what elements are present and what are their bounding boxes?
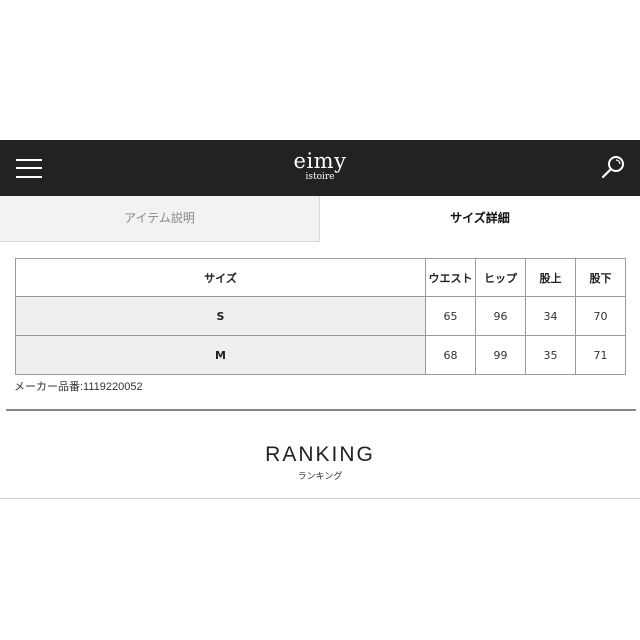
site-header: eimy istoire <box>0 140 640 196</box>
ranking-title: RANKING <box>265 443 375 466</box>
table-row: M 68 99 35 71 <box>15 335 626 375</box>
table-cell: 65 <box>425 296 476 336</box>
table-header-row: サイズ ウエスト ヒップ 股上 股下 <box>15 258 626 297</box>
size-label: S <box>15 296 426 336</box>
tab-size-details[interactable]: サイズ詳細 <box>320 196 640 242</box>
ranking-divider <box>0 498 640 499</box>
detail-tabs: アイテム説明 サイズ詳細 <box>0 196 640 242</box>
size-label: M <box>15 335 426 375</box>
maker-product-number: メーカー品番:1119220052 <box>14 381 143 393</box>
table-cell: 70 <box>575 296 626 336</box>
header-size: サイズ <box>15 258 426 297</box>
header-rise: 股上 <box>525 258 576 297</box>
search-icon[interactable] <box>600 154 626 180</box>
hamburger-menu-icon[interactable] <box>16 157 42 179</box>
section-divider <box>6 409 636 411</box>
header-waist: ウエスト <box>425 258 476 297</box>
table-cell: 35 <box>525 335 576 375</box>
table-cell: 96 <box>475 296 526 336</box>
tab-item-description[interactable]: アイテム説明 <box>0 196 320 242</box>
table-cell: 71 <box>575 335 626 375</box>
size-table: サイズ ウエスト ヒップ 股上 股下 S 65 96 34 70 M 68 99… <box>15 258 626 375</box>
logo-main-text: eimy <box>293 149 347 173</box>
table-cell: 68 <box>425 335 476 375</box>
header-hip: ヒップ <box>475 258 526 297</box>
header-inseam: 股下 <box>575 258 626 297</box>
table-row: S 65 96 34 70 <box>15 296 626 336</box>
brand-logo[interactable]: eimy istoire <box>270 150 370 188</box>
table-cell: 99 <box>475 335 526 375</box>
logo-sub-text: istoire <box>305 172 335 182</box>
ranking-subtitle: ランキング <box>297 472 343 482</box>
table-cell: 34 <box>525 296 576 336</box>
